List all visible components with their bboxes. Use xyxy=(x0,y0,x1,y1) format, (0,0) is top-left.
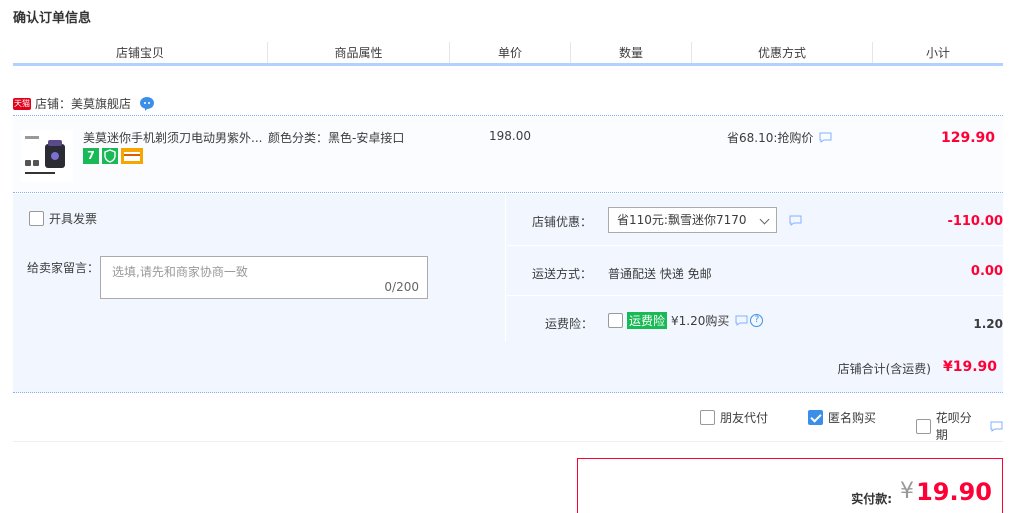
invoice-label: 开具发票 xyxy=(49,212,98,226)
tmall-icon: 天猫 xyxy=(13,97,31,110)
comment-icon[interactable] xyxy=(735,315,748,326)
shop-discount-selected: 省110元:飘雪迷你7170 xyxy=(617,213,747,227)
left-options: 开具发票 给卖家留言： 选填,请先和商家协商一致 0/200 xyxy=(13,194,506,342)
insurance-checkbox[interactable] xyxy=(608,313,623,328)
shipping-value: 0.00 xyxy=(970,264,1003,279)
item-row: 美莫迷你手机剃须刀电动男紫外... 7 颜色分类：黑色-安卓接口 198.00 … xyxy=(13,117,1003,193)
item-discount: 省68.10:抢购价 xyxy=(727,129,832,146)
shop-name[interactable]: 店铺：美莫旗舰店 xyxy=(35,95,131,112)
shop-discount-select[interactable]: 省110元:飘雪迷你7170 xyxy=(608,207,777,233)
shipping-label: 运送方式： xyxy=(532,267,593,281)
invoice-option[interactable]: 开具发票 xyxy=(29,210,97,227)
shipping-method: 普通配送 快递 免邮 xyxy=(608,267,712,281)
message-char-count: 0/200 xyxy=(384,280,419,294)
col-shop-item: 店铺宝贝 xyxy=(13,42,268,63)
seven-day-return-icon[interactable]: 7 xyxy=(83,148,99,164)
credit-card-icon[interactable] xyxy=(121,148,143,164)
shop-discount-value: -110.00 xyxy=(947,214,1003,229)
shop-total-label: 店铺合计(含运费) xyxy=(837,362,931,376)
chat-icon[interactable] xyxy=(139,96,155,112)
shop-discount-label: 店铺优惠： xyxy=(532,215,593,229)
friend-pay-option[interactable]: 朋友代付 xyxy=(700,409,768,426)
guarantee-icon[interactable] xyxy=(102,148,118,164)
final-label: 实付款: xyxy=(851,492,892,506)
anonymous-label: 匿名购买 xyxy=(828,411,877,425)
help-icon[interactable]: ? xyxy=(750,314,764,327)
payment-options: 朋友代付 匿名购买 花呗分期 xyxy=(13,394,1003,442)
col-discount: 优惠方式 xyxy=(692,42,873,63)
item-subtotal: 129.90 xyxy=(940,130,995,146)
anonymous-checkbox[interactable] xyxy=(808,410,823,425)
seller-message-input[interactable]: 选填,请先和商家协商一致 0/200 xyxy=(100,256,428,299)
comment-icon[interactable] xyxy=(819,132,832,143)
insurance-label: 运费险： xyxy=(545,317,594,331)
item-attribute: 颜色分类：黑色-安卓接口 xyxy=(268,131,405,145)
message-placeholder: 选填,请先和商家协商一致 xyxy=(112,265,248,279)
column-header: 店铺宝贝 商品属性 单价 数量 优惠方式 小计 xyxy=(13,42,1003,66)
final-amount: 19.90 xyxy=(916,478,992,506)
col-subtotal: 小计 xyxy=(925,46,950,60)
comment-icon[interactable] xyxy=(789,215,802,226)
col-attribute: 商品属性 xyxy=(268,42,450,63)
message-label: 给卖家留言： xyxy=(27,261,100,275)
col-quantity: 数量 xyxy=(571,42,692,63)
insurance-value: 1.20 xyxy=(973,317,1003,331)
col-unit-price: 单价 xyxy=(450,42,571,63)
anonymous-option[interactable]: 匿名购买 xyxy=(808,409,876,426)
invoice-checkbox[interactable] xyxy=(29,211,44,226)
friend-pay-label: 朋友代付 xyxy=(720,411,769,425)
product-image[interactable] xyxy=(21,130,73,182)
item-unit-price: 198.00 xyxy=(489,129,531,143)
service-badges: 7 xyxy=(83,148,143,164)
huabei-option[interactable]: 花呗分期 xyxy=(916,409,1003,443)
shop-total: 店铺合计(含运费) ¥19.90 xyxy=(13,342,1003,393)
order-options: 开具发票 给卖家留言： 选填,请先和商家协商一致 0/200 店铺优惠： 省11… xyxy=(13,194,1003,342)
friend-pay-checkbox[interactable] xyxy=(700,410,715,425)
huabei-label: 花呗分期 xyxy=(935,411,972,442)
insurance-row: 运费险： 运费险 ¥1.20购买 ? 1.20 xyxy=(507,296,1003,342)
shipping-row: 运送方式： 普通配送 快递 免邮 0.00 xyxy=(507,246,1003,296)
final-payment-box: 实付款: ¥ 19.90 xyxy=(577,458,1003,513)
shop-row: 天猫 店铺：美莫旗舰店 xyxy=(13,92,1003,116)
right-options: 店铺优惠： 省110元:飘雪迷你7170 -110.00 运送方式： 普通配送 … xyxy=(507,194,1003,342)
insurance-tag: 运费险 xyxy=(627,312,668,329)
comment-icon[interactable] xyxy=(990,421,1003,432)
page-title: 确认订单信息 xyxy=(13,11,92,26)
insurance-option[interactable]: 运费险 ¥1.20购买 ? xyxy=(608,312,764,329)
final-currency: ¥ xyxy=(900,479,914,504)
huabei-checkbox[interactable] xyxy=(916,418,931,434)
shop-discount-row: 店铺优惠： 省110元:飘雪迷你7170 -110.00 xyxy=(507,194,1003,246)
shop-total-value: ¥19.90 xyxy=(942,359,997,375)
item-title[interactable]: 美莫迷你手机剃须刀电动男紫外... xyxy=(83,129,262,146)
insurance-price: ¥1.20购买 xyxy=(671,314,730,328)
item-discount-text: 省68.10:抢购价 xyxy=(727,131,814,145)
chevron-down-icon xyxy=(759,214,770,225)
